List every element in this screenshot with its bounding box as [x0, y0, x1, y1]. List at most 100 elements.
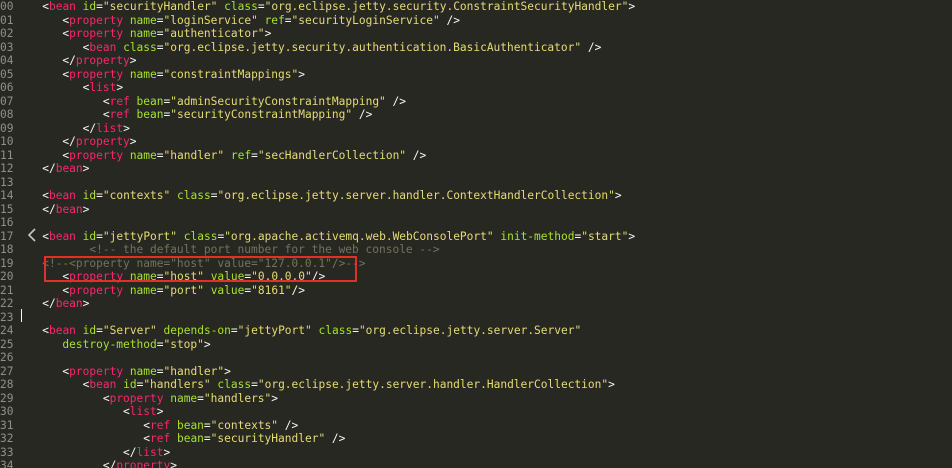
code-line[interactable]: 28 <bean id="handlers" class="org.eclips… [0, 378, 952, 392]
code-line[interactable]: 11 <property name="handler" ref="secHand… [0, 149, 952, 163]
code-punctuation: > [614, 189, 622, 202]
code-tag-name: bean [89, 378, 117, 391]
line-number: 10 [0, 135, 14, 149]
line-number: 26 [0, 351, 14, 365]
line-number-text: 02 [0, 27, 14, 40]
code-punctuation: > [163, 445, 171, 459]
code-line[interactable]: 18 <!-- the default port number for the … [0, 243, 952, 257]
code-punctuation: = [156, 27, 164, 40]
line-number: 01 [0, 14, 14, 28]
line-number-text: 32 [0, 432, 14, 445]
code-attribute: bean [176, 418, 204, 432]
code-line[interactable]: 14 <bean id="contexts" class="org.eclips… [0, 189, 952, 203]
code-content: <property name="port" value="8161"/> [22, 284, 305, 298]
code-line[interactable]: 16 [0, 216, 952, 230]
line-number-text: 08 [0, 108, 14, 121]
code-line[interactable]: 22 </bean> [0, 297, 952, 311]
line-number-text: 14 [0, 189, 14, 202]
code-line[interactable]: 08 <ref bean="securityConstraintMapping"… [0, 108, 952, 122]
code-punctuation: > [608, 378, 615, 391]
code-line[interactable]: 04 </property> [0, 54, 952, 68]
code-line[interactable]: 02 <property name="authenticator"> [0, 27, 952, 41]
code-line[interactable]: 00 <bean id="securityHandler" class="org… [0, 0, 952, 14]
code-punctuation: > [129, 135, 137, 148]
code-line[interactable]: 34 </property> [0, 459, 952, 468]
code-line[interactable]: 13 [0, 176, 952, 190]
line-number: 22 [0, 297, 14, 311]
code-content: <ref bean="contexts" /> [22, 419, 298, 433]
code-line[interactable]: 06 <list> [0, 81, 952, 95]
code-editor[interactable]: 00 <bean id="securityHandler" class="org… [0, 0, 952, 468]
code-content: <ref bean="securityHandler" /> [22, 432, 345, 446]
code-content: <bean id="contexts" class="org.eclipse.j… [22, 189, 622, 203]
line-number-text: 03 [0, 40, 14, 54]
code-line[interactable]: 03 <bean class="org.eclipse.jetty.securi… [0, 41, 952, 55]
code-tag-name: property [75, 54, 130, 67]
code-line[interactable]: 29 <property name="handlers"> [0, 392, 952, 406]
code-punctuation: < [102, 94, 110, 108]
code-string: "securityHandler" [210, 432, 326, 445]
code-punctuation: = [96, 324, 103, 337]
code-line[interactable]: 10 </property> [0, 135, 952, 149]
line-number-text: 01 [0, 13, 14, 27]
code-line[interactable]: 12 </bean> [0, 162, 952, 176]
code-string: "org.eclipse.jetty.security.authenticati… [163, 40, 582, 54]
code-punctuation: < [42, 0, 49, 13]
code-line[interactable]: 26 [0, 351, 952, 365]
code-line[interactable]: 25 destroy-method="stop"> [0, 338, 952, 352]
code-content: <bean id="handlers" class="org.eclipse.j… [22, 378, 615, 392]
code-line[interactable]: 15 </bean> [0, 203, 952, 217]
line-number: 28 [0, 378, 14, 392]
line-number-text: 19 [0, 256, 14, 270]
code-line[interactable]: 27 <property name="handler"> [0, 365, 952, 379]
code-string: "jettyPort" [237, 324, 312, 337]
code-content: </property> [22, 459, 177, 468]
code-line[interactable]: 05 <property name="constraintMappings"> [0, 68, 952, 82]
code-string: "handler" [163, 148, 225, 162]
code-tag-name: ref [150, 418, 171, 432]
chevron-left-icon[interactable] [26, 228, 38, 242]
code-string: "securityConstraintMapping" [170, 108, 353, 121]
code-tag-name: bean [48, 0, 76, 13]
code-tag-name: list [136, 445, 164, 459]
code-line[interactable]: 09 </list> [0, 122, 952, 136]
code-line[interactable]: 23 [0, 311, 952, 325]
code-tag-name: bean [55, 162, 83, 175]
code-punctuation [204, 284, 211, 297]
code-line[interactable]: 17 <bean id="jettyPort" class="org.apach… [0, 230, 952, 244]
code-punctuation [123, 284, 130, 297]
code-string: "jettyPort" [102, 229, 177, 243]
code-line[interactable]: 31 <ref bean="contexts" /> [0, 419, 952, 433]
code-line[interactable]: 32 <ref bean="securityHandler" /> [0, 432, 952, 446]
code-line[interactable]: 30 <list> [0, 405, 952, 419]
line-number-text: 27 [0, 364, 14, 378]
code-line[interactable]: 33 </list> [0, 446, 952, 460]
code-tag-name: bean [48, 324, 76, 337]
code-attribute: ref [230, 148, 252, 162]
line-number: 00 [0, 0, 14, 14]
code-tag-name: property [116, 459, 171, 468]
code-line[interactable]: 24 <bean id="Server" depends-on="jettyPo… [0, 324, 952, 338]
code-string: "start" [581, 229, 629, 243]
code-string: "handlers" [143, 378, 211, 391]
code-punctuation: </ [123, 445, 137, 459]
code-punctuation: > [82, 297, 90, 310]
code-string: "stop" [163, 337, 204, 351]
code-line[interactable]: 21 <property name="port" value="8161"/> [0, 284, 952, 298]
code-punctuation [76, 324, 83, 337]
code-string: "org.eclipse.jetty.security.ConstraintSe… [264, 0, 629, 13]
code-line[interactable]: 07 <ref bean="adminSecurityConstraintMap… [0, 95, 952, 109]
code-line[interactable]: 01 <property name="loginService" ref="se… [0, 14, 952, 28]
code-content: <property name="constraintMappings"> [22, 68, 305, 82]
code-string: "secHandlerCollection" [257, 148, 407, 162]
code-tag-name: ref [150, 432, 171, 445]
code-punctuation [130, 95, 137, 108]
code-attribute: name [129, 148, 157, 162]
